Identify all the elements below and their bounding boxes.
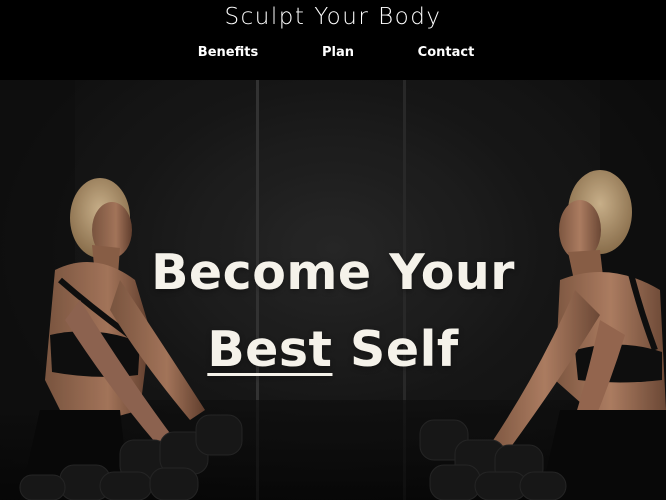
main-nav: Benefits Plan Contact xyxy=(0,45,666,65)
nav-link-plan[interactable]: Plan xyxy=(322,45,354,60)
site-title[interactable]: Sculpt Your Body xyxy=(0,4,666,30)
hero-headline-rest: Self xyxy=(332,321,459,378)
nav-link-contact[interactable]: Contact xyxy=(418,45,475,60)
nav-link-benefits[interactable]: Benefits xyxy=(198,45,258,60)
hero-headline-line1: Become Your xyxy=(151,244,515,301)
hero-headline-emphasis: Best xyxy=(207,321,333,378)
site-header: Sculpt Your Body Benefits Plan Contact xyxy=(0,0,666,80)
hero-headline-line2: Best Self xyxy=(0,321,666,378)
